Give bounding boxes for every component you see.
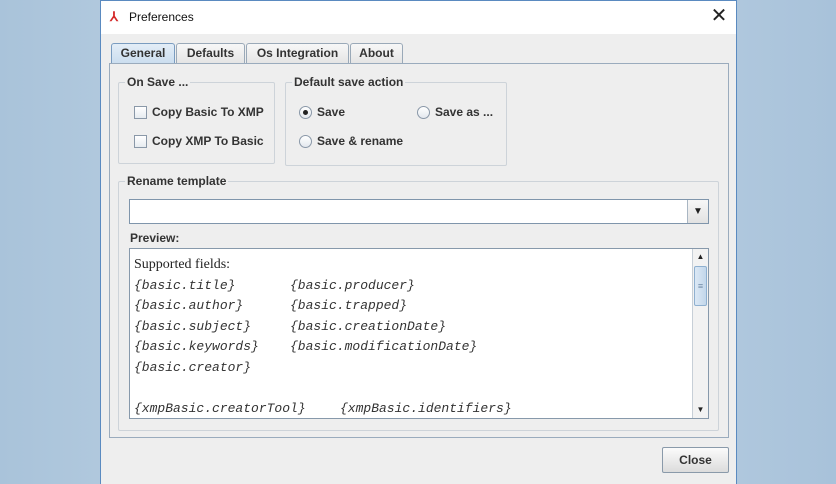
field-row: {basic.title} {basic.producer}: [134, 276, 512, 297]
tab-defaults[interactable]: Defaults: [176, 43, 245, 64]
save-and-rename-radio[interactable]: Save & rename: [299, 134, 403, 148]
copy-basic-to-xmp-checkbox[interactable]: Copy Basic To XMP: [134, 105, 264, 119]
checkbox-label: Copy Basic To XMP: [152, 105, 264, 119]
general-tab-panel: On Save ... Copy Basic To XMP Copy XMP T…: [109, 63, 729, 438]
save-as-radio[interactable]: Save as ...: [417, 105, 493, 119]
on-save-group: On Save ... Copy Basic To XMP Copy XMP T…: [118, 75, 275, 164]
tab-general[interactable]: General: [111, 43, 175, 65]
field-token: {basic.author}: [134, 298, 244, 313]
rename-template-title: Rename template: [125, 174, 229, 188]
radio-label: Save: [317, 105, 346, 119]
window-title: Preferences: [129, 10, 194, 24]
radio-label: Save & rename: [317, 134, 404, 148]
preview-textarea[interactable]: Supported fields: {basic.title} {basic.pr…: [129, 248, 709, 419]
radio-label: Save as ...: [435, 105, 494, 119]
copy-xmp-to-basic-checkbox[interactable]: Copy XMP To Basic: [134, 134, 264, 148]
radio-button[interactable]: [299, 105, 312, 119]
tab-os-integration[interactable]: Os Integration: [246, 43, 349, 64]
title-bar: ⅄ Preferences ✕: [101, 1, 736, 34]
radio-button[interactable]: [417, 105, 430, 119]
field-token: {basic.keywords}: [134, 339, 259, 354]
checkbox-label: Copy XMP To Basic: [152, 134, 264, 148]
default-save-action-group: Default save action Save Save as ... Sav…: [285, 75, 507, 166]
field-token: {basic.title}: [134, 277, 236, 293]
field-token: {basic.producer}: [290, 277, 415, 293]
scrollbar-thumb[interactable]: ≡: [694, 266, 707, 306]
field-token: {xmpBasic.creatorTool}: [134, 400, 306, 416]
pdf-app-icon: ⅄: [110, 9, 118, 24]
scroll-down-icon[interactable]: ▼: [693, 402, 708, 417]
field-token: {xmpBasic.identifiers}: [340, 400, 512, 416]
on-save-title: On Save ...: [125, 75, 191, 89]
preview-label: Preview:: [130, 231, 180, 245]
preview-content: Supported fields: {basic.title} {basic.pr…: [134, 255, 512, 418]
radio-button[interactable]: [299, 134, 312, 148]
field-row: {basic.subject} {basic.creationDate}: [134, 317, 512, 338]
rename-template-combobox[interactable]: ▼: [129, 199, 709, 224]
window-close-icon[interactable]: ✕: [707, 5, 731, 29]
scroll-up-icon[interactable]: ▲: [693, 249, 708, 264]
field-row: {basic.creator}: [134, 358, 512, 379]
field-row: {basic.keywords} {basic.modificationDate}: [134, 337, 512, 358]
field-token: {basic.trapped}: [290, 298, 408, 313]
field-token: {basic.creator}: [134, 359, 252, 375]
checkbox-box[interactable]: [134, 105, 147, 119]
checkbox-box[interactable]: [134, 134, 147, 148]
close-button[interactable]: Close: [662, 447, 729, 473]
tab-about[interactable]: About: [350, 43, 403, 64]
preferences-window: ⅄ Preferences ✕ General Defaults Os Inte…: [100, 0, 737, 484]
default-save-action-title: Default save action: [292, 75, 406, 89]
chevron-down-icon[interactable]: ▼: [687, 200, 708, 223]
supported-fields-heading: Supported fields:: [134, 257, 231, 272]
field-token: {basic.creationDate}: [290, 318, 447, 334]
field-row: {basic.author} {basic.trapped}: [134, 296, 512, 317]
field-token: {basic.modificationDate}: [290, 339, 478, 354]
vertical-scrollbar[interactable]: ▲ ≡ ▼: [692, 249, 708, 418]
save-radio[interactable]: Save: [299, 105, 345, 119]
field-token: {basic.subject}: [134, 318, 252, 334]
